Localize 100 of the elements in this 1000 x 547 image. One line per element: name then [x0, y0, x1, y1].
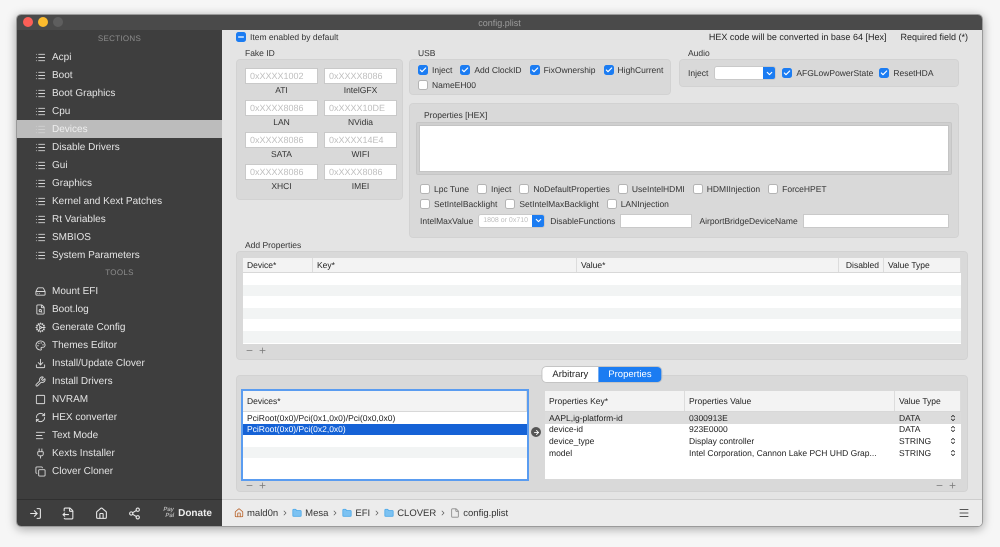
list-icon: [35, 232, 46, 242]
field-label: XHCI: [271, 180, 292, 192]
plus-icon[interactable]: [258, 346, 267, 354]
checkbox[interactable]: [768, 184, 778, 194]
tab[interactable]: Properties: [598, 367, 662, 382]
checkbox[interactable]: [420, 184, 430, 194]
stepper-icon[interactable]: [949, 448, 957, 457]
section-title: Fake ID: [245, 48, 276, 58]
checkbox-label: NoDefaultProperties: [533, 184, 610, 194]
sidebar-item[interactable]: NVRAM: [17, 390, 222, 408]
stepper-icon[interactable]: [949, 414, 957, 422]
sidebar-item[interactable]: Text Mode: [17, 426, 222, 444]
sidebar-item[interactable]: Mount EFI: [17, 282, 222, 300]
checkbox-label: SetIntelMaxBacklight: [519, 198, 599, 208]
checkbox[interactable]: [519, 184, 530, 194]
check-icon: [604, 66, 613, 74]
sidebar-item[interactable]: Kexts Installer: [17, 444, 222, 462]
checkbox-label: Lpc Tune: [434, 184, 469, 194]
checkbox[interactable]: [692, 184, 703, 194]
section-title: Audio: [688, 48, 711, 58]
sidebar-item[interactable]: System Parameters: [17, 246, 222, 264]
tab[interactable]: Arbitrary: [542, 367, 598, 382]
check-icon: [461, 66, 470, 74]
column-header[interactable]: Disabled: [839, 258, 884, 272]
path-item[interactable]: config.plist: [463, 508, 508, 518]
column-header[interactable]: Value Type: [884, 258, 961, 272]
checkbox[interactable]: [604, 64, 614, 74]
checkbox-label: HDMIInjection: [706, 184, 760, 194]
path-item[interactable]: EFI: [355, 508, 370, 518]
sidebar-item[interactable]: Boot.log: [17, 300, 222, 318]
sidebar-item[interactable]: Install/Update Clover: [17, 354, 222, 372]
sidebar-item[interactable]: SMBIOS: [17, 228, 222, 246]
checkbox[interactable]: [460, 64, 470, 74]
drive-icon: [35, 286, 46, 296]
list-icon: [35, 52, 46, 62]
list-icon: [35, 70, 46, 80]
column-header[interactable]: Device*: [243, 258, 313, 272]
column-header[interactable]: Devices*: [243, 391, 527, 411]
import-icon[interactable]: [29, 506, 42, 520]
checkbox-label: LANInjection: [620, 198, 669, 208]
hex-note: HEX code will be converted in base 64 [Hex]: [708, 32, 886, 42]
checkbox[interactable]: [418, 80, 428, 90]
checkbox[interactable]: [418, 64, 428, 74]
checkbox[interactable]: [606, 198, 617, 208]
sidebar-item[interactable]: Clover Cloner: [17, 462, 222, 480]
sidebar-item[interactable]: Boot: [17, 66, 222, 84]
table-row[interactable]: AAPL,ig-platform-id 0300913E DATA: [545, 412, 961, 424]
column-header[interactable]: Properties Key*: [545, 391, 685, 411]
file-search-icon: [35, 304, 46, 314]
plus-icon[interactable]: [948, 480, 957, 490]
sidebar-item[interactable]: Kernel and Kext Patches: [17, 192, 222, 210]
checkbox[interactable]: [236, 32, 246, 42]
sidebar-item[interactable]: Cpu: [17, 102, 222, 120]
sidebar-item[interactable]: Boot Graphics: [17, 84, 222, 102]
check-icon: [419, 66, 427, 74]
stepper-icon[interactable]: [949, 436, 957, 445]
minimize-button[interactable]: [38, 17, 48, 27]
input-field[interactable]: [620, 214, 692, 228]
sidebar-item[interactable]: Install Drivers: [17, 372, 222, 390]
column-header[interactable]: Value*: [577, 258, 839, 272]
checkbox[interactable]: [782, 68, 792, 78]
table-row[interactable]: device-id 923E0000 DATA: [545, 424, 961, 436]
inject-dropdown[interactable]: [714, 66, 776, 80]
sidebar-item[interactable]: Generate Config: [17, 318, 222, 336]
checkbox[interactable]: [505, 198, 516, 208]
path-item[interactable]: Mesa: [305, 508, 328, 518]
check-icon: [783, 69, 792, 77]
path-item[interactable]: mald0n: [247, 508, 278, 518]
checkbox[interactable]: [476, 184, 487, 194]
sidebar-item[interactable]: Rt Variables: [17, 210, 222, 228]
sidebar-item[interactable]: Gui: [17, 156, 222, 174]
checkbox[interactable]: [618, 184, 628, 194]
field-label: SATA: [271, 148, 292, 160]
input-field[interactable]: [802, 214, 949, 228]
sidebar-item[interactable]: HEX converter: [17, 408, 222, 426]
export-icon[interactable]: [62, 506, 75, 520]
column-header[interactable]: Key*: [313, 258, 577, 272]
checkbox[interactable]: [530, 64, 540, 74]
column-header[interactable]: Value Type: [895, 391, 961, 411]
menu-icon[interactable]: [958, 507, 970, 519]
sidebar-item[interactable]: Themes Editor: [17, 336, 222, 354]
checkbox[interactable]: [879, 68, 890, 78]
checkbox[interactable]: [420, 198, 430, 208]
properties-text-area[interactable]: [419, 125, 949, 172]
plus-icon[interactable]: [258, 480, 267, 490]
refresh-icon: [35, 412, 46, 422]
sidebar-item[interactable]: Disable Drivers: [17, 138, 222, 156]
path-item[interactable]: CLOVER: [397, 508, 436, 518]
sidebar-item[interactable]: Acpi: [17, 48, 222, 66]
folder-icon: [384, 508, 394, 518]
column-header[interactable]: Properties Value: [685, 391, 895, 411]
table-row[interactable]: PciRoot(0x0)/Pci(0x2,0x0): [243, 424, 527, 436]
share-icon[interactable]: [128, 506, 141, 520]
stepper-icon[interactable]: [949, 425, 957, 434]
home-icon[interactable]: [95, 506, 108, 520]
checkbox-label: Item enabled by default: [250, 32, 338, 42]
donate-link[interactable]: Donate: [178, 508, 212, 518]
close-button[interactable]: [23, 17, 33, 27]
download-icon: [35, 358, 46, 368]
sidebar-item[interactable]: Graphics: [17, 174, 222, 192]
